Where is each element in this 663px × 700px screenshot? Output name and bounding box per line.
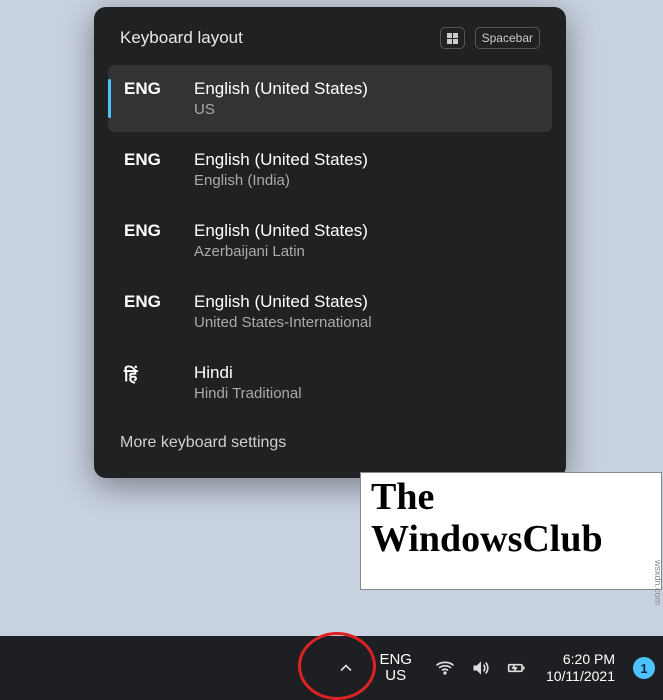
watermark-line1: The	[371, 477, 651, 519]
language-code: ENG	[124, 79, 174, 118]
lang-indicator-line1: ENG	[379, 652, 412, 669]
show-hidden-icons-button[interactable]	[335, 657, 357, 679]
language-name: English (United States)	[194, 292, 372, 312]
layout-list: ENG English (United States) US ENG Engli…	[108, 65, 552, 416]
flyout-title: Keyboard layout	[120, 28, 430, 48]
clock-time: 6:20 PM	[563, 651, 615, 669]
spacebar-key-badge: Spacebar	[475, 27, 540, 49]
layout-item-us[interactable]: ENG English (United States) US	[108, 65, 552, 132]
battery-charging-icon[interactable]	[506, 657, 528, 679]
taskbar: ENG US 6:20 PM 10/11/2021 1	[0, 636, 663, 700]
watermark-logo: The WindowsClub	[360, 472, 662, 590]
language-name: Hindi	[194, 363, 302, 383]
language-code: हिं	[124, 363, 174, 402]
language-code: ENG	[124, 292, 174, 331]
layout-item-english-india[interactable]: ENG English (United States) English (Ind…	[108, 136, 552, 203]
language-block: English (United States) US	[194, 79, 368, 118]
layout-item-azerbaijani[interactable]: ENG English (United States) Azerbaijani …	[108, 207, 552, 274]
language-block: English (United States) English (India)	[194, 150, 368, 189]
clock-date: 10/11/2021	[546, 668, 615, 686]
language-block: English (United States) United States-In…	[194, 292, 372, 331]
language-indicator-button[interactable]: ENG US	[371, 648, 420, 689]
lang-indicator-line2: US	[385, 668, 406, 685]
layout-item-hindi[interactable]: हिं Hindi Hindi Traditional	[108, 349, 552, 416]
win-key-badge	[440, 27, 465, 49]
attribution-text: wsxdn.com	[653, 560, 663, 605]
language-layout: United States-International	[194, 314, 372, 331]
language-layout: Azerbaijani Latin	[194, 243, 368, 260]
watermark-line2: WindowsClub	[371, 519, 651, 561]
language-name: English (United States)	[194, 221, 368, 241]
wifi-icon[interactable]	[434, 657, 456, 679]
flyout-header: Keyboard layout Spacebar	[108, 21, 552, 65]
language-code: ENG	[124, 150, 174, 189]
language-code: ENG	[124, 221, 174, 260]
more-keyboard-settings-link[interactable]: More keyboard settings	[108, 416, 552, 464]
layout-item-us-international[interactable]: ENG English (United States) United State…	[108, 278, 552, 345]
language-block: Hindi Hindi Traditional	[194, 363, 302, 402]
keyboard-layout-flyout: Keyboard layout Spacebar ENG English (Un…	[94, 7, 566, 478]
windows-logo-icon	[447, 33, 458, 44]
volume-icon[interactable]	[470, 657, 492, 679]
language-name: English (United States)	[194, 150, 368, 170]
clock-button[interactable]: 6:20 PM 10/11/2021	[542, 651, 619, 686]
language-block: English (United States) Azerbaijani Lati…	[194, 221, 368, 260]
language-layout: Hindi Traditional	[194, 385, 302, 402]
language-layout: US	[194, 101, 368, 118]
notifications-badge[interactable]: 1	[633, 657, 655, 679]
language-layout: English (India)	[194, 172, 368, 189]
language-name: English (United States)	[194, 79, 368, 99]
